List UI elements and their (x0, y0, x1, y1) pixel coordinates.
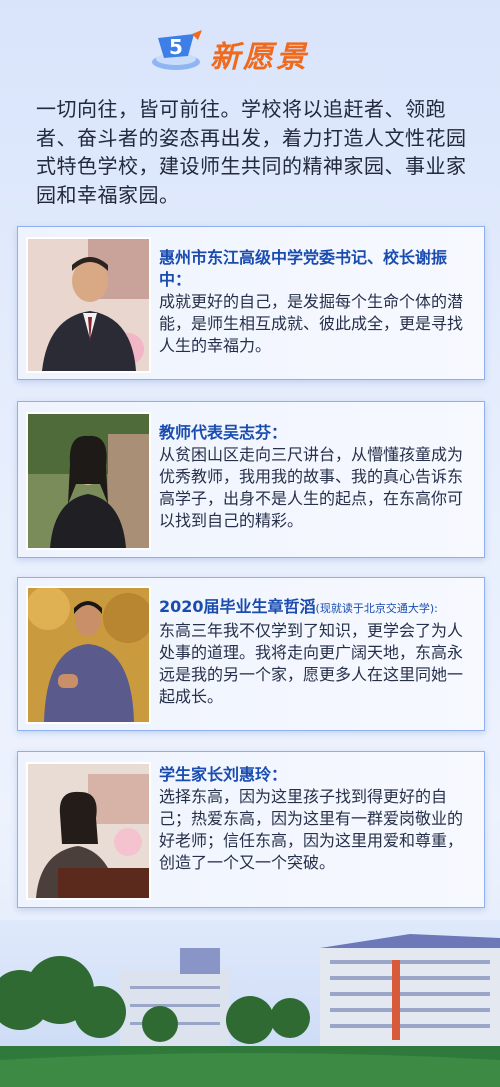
card-text: 学生家长刘惠玲： 选择东高，因为这里孩子找到得更好的自己；热爱东高，因为这里有一… (159, 764, 474, 874)
quote-card-teacher: 教师代表吴志芬： 从贫困山区走向三尺讲台，从懵懂孩童成为优秀教师，我用我的故事、… (17, 401, 485, 558)
parent-photo (26, 762, 151, 900)
speaker-name: 2020届毕业生章哲滔(现就读于北京交通大学): (159, 597, 438, 616)
campus-photo (0, 920, 500, 1087)
quote-text: 东高三年我不仅学到了知识，更学会了为人处事的道理。我将走向更广阔天地，东高永远是… (159, 621, 464, 706)
card-text: 惠州市东江高级中学党委书记、校长谢振中： 成就更好的自己，是发掘每个生命个体的潜… (159, 247, 474, 357)
card-text: 教师代表吴志芬： 从贫困山区走向三尺讲台，从懵懂孩童成为优秀教师，我用我的故事、… (159, 422, 474, 532)
speaker-name: 教师代表吴志芬： (159, 423, 288, 442)
speaker-note: (现就读于北京交通大学): (315, 602, 438, 615)
badge-number: 5 (169, 35, 183, 59)
quote-card-graduate: 2020届毕业生章哲滔(现就读于北京交通大学): 东高三年我不仅学到了知识，更学… (17, 577, 485, 731)
speaker-name: 学生家长刘惠玲： (159, 765, 288, 784)
speaker-name: 惠州市东江高级中学党委书记、校长谢振中： (159, 248, 448, 289)
section-title: 新愿景 (210, 40, 309, 75)
quote-card-principal: 惠州市东江高级中学党委书记、校长谢振中： 成就更好的自己，是发掘每个生命个体的潜… (17, 226, 485, 380)
principal-photo (26, 237, 151, 373)
section-header: 5 新愿景 (0, 22, 500, 82)
quote-text: 从贫困山区走向三尺讲台，从懵懂孩童成为优秀教师，我用我的故事、我的真心告诉东高学… (159, 445, 464, 530)
intro-paragraph: 一切向往，皆可前往。学校将以追赶者、领跑者、奋斗者的姿态再出发，着力打造人文性花… (36, 97, 467, 207)
quote-text: 选择东高，因为这里孩子找到得更好的自己；热爱东高，因为这里有一群爱岗敬业的好老师… (159, 787, 464, 872)
card-text: 2020届毕业生章哲滔(现就读于北京交通大学): 东高三年我不仅学到了知识，更学… (159, 596, 474, 708)
number-badge-icon: 5 (152, 30, 202, 70)
graduate-photo (26, 586, 151, 724)
teacher-photo (26, 412, 151, 550)
quote-text: 成就更好的自己，是发掘每个生命个体的潜能，是师生相互成就、彼此成全，更是寻找人生… (159, 292, 464, 355)
quote-card-parent: 学生家长刘惠玲： 选择东高，因为这里孩子找到得更好的自己；热爱东高，因为这里有一… (17, 751, 485, 908)
